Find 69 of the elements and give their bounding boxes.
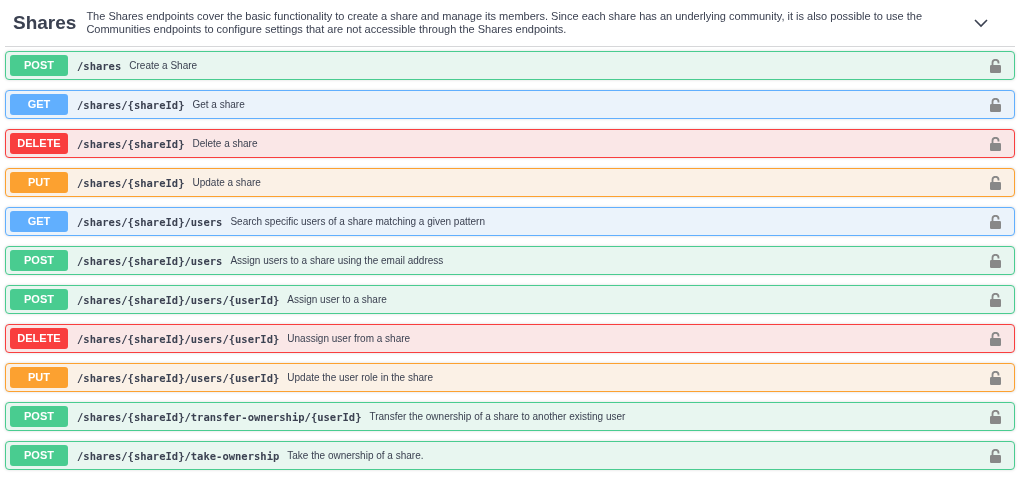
operation-row[interactable]: DELETE /shares/{shareId} Delete a share	[5, 129, 1015, 158]
operation-row[interactable]: POST /shares Create a Share	[5, 51, 1015, 80]
endpoint-path: /shares/{shareId}/users	[77, 254, 223, 267]
endpoint-summary: Get a share	[192, 99, 246, 110]
endpoint-path: /shares	[77, 59, 122, 72]
method-badge: POST	[10, 406, 68, 427]
operation-row[interactable]: PUT /shares/{shareId}/users/{userId} Update the user role in the share	[5, 363, 1015, 392]
unlocked-padlock-icon	[990, 214, 1001, 229]
authorize-button[interactable]	[990, 175, 1001, 190]
endpoint-summary: Assign user to a share	[287, 294, 388, 305]
endpoint-path: /shares/{shareId}	[77, 98, 185, 111]
endpoint-path: /shares/{shareId}/transfer-ownership/{userId}	[77, 410, 362, 423]
method-badge: GET	[10, 94, 68, 115]
authorize-button[interactable]	[990, 136, 1001, 151]
endpoint-summary: Transfer the ownership of a share to another existing user	[369, 411, 627, 422]
method-badge: GET	[10, 211, 68, 232]
endpoint-summary: Search specific users of a share matching a given pattern	[230, 216, 486, 227]
endpoint-summary: Update a share	[192, 177, 262, 188]
endpoint-path: /shares/{shareId}	[77, 137, 185, 150]
method-badge: POST	[10, 445, 68, 466]
authorize-button[interactable]	[990, 253, 1001, 268]
operation-row[interactable]: GET /shares/{shareId} Get a share	[5, 90, 1015, 119]
authorize-button[interactable]	[990, 292, 1001, 307]
unlocked-padlock-icon	[990, 97, 1001, 112]
method-badge: PUT	[10, 172, 68, 193]
authorize-button[interactable]	[990, 448, 1001, 463]
operation-row[interactable]: PUT /shares/{shareId} Update a share	[5, 168, 1015, 197]
endpoint-path: /shares/{shareId}	[77, 176, 185, 189]
chevron-icon	[974, 18, 988, 28]
operation-row[interactable]: DELETE /shares/{shareId}/users/{userId} Unassign user from a share	[5, 324, 1015, 353]
method-badge: POST	[10, 250, 68, 271]
authorize-button[interactable]	[990, 331, 1001, 346]
method-badge: DELETE	[10, 328, 68, 349]
unlocked-padlock-icon	[990, 370, 1001, 385]
method-badge: POST	[10, 55, 68, 76]
section-title[interactable]: Shares	[13, 12, 77, 34]
endpoint-path: /shares/{shareId}/users	[77, 215, 223, 228]
section-description: The Shares endpoints cover the basic functionality to create a share and manage its members. Since each share has an underlying community, it is also possible to use the Communities endpoints to configure settings that are not accessible through the Shares endpoints.	[86, 10, 923, 36]
authorize-button[interactable]	[990, 58, 1001, 73]
endpoint-summary: Unassign user from a share	[287, 333, 412, 344]
endpoint-path: /shares/{shareId}/users/{userId}	[77, 371, 280, 384]
endpoint-summary: Take the ownership of a share.	[287, 450, 425, 461]
unlocked-padlock-icon	[990, 292, 1001, 307]
authorize-button[interactable]	[990, 97, 1001, 112]
authorize-button[interactable]	[990, 370, 1001, 385]
unlocked-padlock-icon	[990, 409, 1001, 424]
operation-row[interactable]: POST /shares/{shareId}/users Assign users to a share using the email address	[5, 246, 1015, 275]
endpoint-summary: Assign users to a share using the email address	[230, 255, 445, 266]
endpoint-path: /shares/{shareId}/users/{userId}	[77, 293, 280, 306]
operation-row[interactable]: POST /shares/{shareId}/transfer-ownership/{userId} Transfer the ownership of a share to another existing user	[5, 402, 1015, 431]
endpoint-summary: Create a Share	[129, 60, 199, 71]
unlocked-padlock-icon	[990, 448, 1001, 463]
method-badge: PUT	[10, 367, 68, 388]
unlocked-padlock-icon	[990, 175, 1001, 190]
endpoint-summary: Update the user role in the share	[287, 372, 434, 383]
unlocked-padlock-icon	[990, 58, 1001, 73]
authorize-button[interactable]	[990, 409, 1001, 424]
unlocked-padlock-icon	[990, 136, 1001, 151]
endpoint-path: /shares/{shareId}/users/{userId}	[77, 332, 280, 345]
unlocked-padlock-icon	[990, 253, 1001, 268]
authorize-button[interactable]	[990, 214, 1001, 229]
operation-row[interactable]: POST /shares/{shareId}/take-ownership Take the ownership of a share.	[5, 441, 1015, 470]
method-badge: DELETE	[10, 133, 68, 154]
endpoint-summary: Delete a share	[192, 138, 259, 149]
unlocked-padlock-icon	[990, 331, 1001, 346]
operation-row[interactable]: GET /shares/{shareId}/users Search specific users of a share matching a given pattern	[5, 207, 1015, 236]
endpoint-path: /shares/{shareId}/take-ownership	[77, 449, 280, 462]
operation-row[interactable]: POST /shares/{shareId}/users/{userId} Assign user to a share	[5, 285, 1015, 314]
method-badge: POST	[10, 289, 68, 310]
